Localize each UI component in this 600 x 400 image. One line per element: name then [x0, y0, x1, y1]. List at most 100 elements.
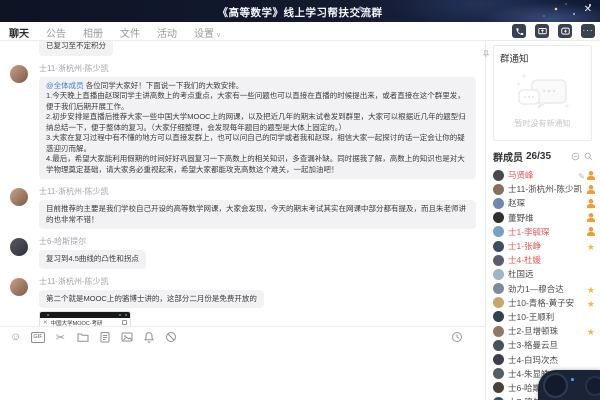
sender-name: 士11-浙杭州-陈少凯 — [39, 277, 476, 287]
tab-album[interactable]: 相册 — [83, 25, 103, 40]
member-avatar — [493, 382, 504, 393]
edit-title-icon[interactable]: ✎ — [358, 5, 366, 16]
member-row[interactable]: 马贤峰 — [486, 168, 600, 182]
tab-settings[interactable]: 设置∨ — [194, 25, 221, 40]
member-row[interactable]: 士11-浙杭州-陈少凯 — [486, 182, 600, 196]
member-avatar — [493, 354, 504, 365]
avatar[interactable] — [10, 188, 28, 206]
member-badge-icon — [587, 237, 595, 255]
phone-share-icon — [122, 320, 127, 325]
member-name: 马贤峰 — [508, 169, 534, 181]
do-not-disturb-icon[interactable] — [164, 331, 177, 344]
message-history-icon[interactable] — [450, 331, 463, 344]
member-row[interactable]: 士10-青格-黄子安 — [486, 296, 600, 310]
message-bubble[interactable]: @全体成员 各位同学大家好！下面说一下我们的大致安排。 1.今天晚上直播由赵琛同… — [39, 77, 476, 180]
screenshot-icon[interactable]: ✂ — [54, 331, 67, 344]
voice-call-icon[interactable] — [512, 24, 526, 38]
member-display-icon[interactable] — [571, 152, 580, 161]
tab-activity[interactable]: 活动 — [157, 25, 177, 40]
main-area: 已复习至不定积分 士11-浙杭州-陈少凯 @全体成员 各位同学大家好！下面说一下… — [0, 41, 600, 400]
mention-all[interactable]: @全体成员 — [46, 81, 84, 90]
member-name: 士11-浙杭州-陈少凯 — [508, 183, 582, 195]
invite-chat-icon[interactable] — [558, 24, 572, 38]
member-row[interactable]: 士10-王顺利 — [486, 310, 600, 324]
member-avatar — [493, 397, 504, 400]
chat-actions: ··· — [512, 24, 595, 38]
shared-image-thumbnail[interactable]: ✕ 中国大学MOOC·考研 2.0小时 精讲 《高数·上》 — [39, 311, 131, 326]
chat-message: 士11-浙杭州-陈少凯 @全体成员 各位同学大家好！下面说一下我们的大致安排。 … — [9, 64, 476, 180]
chat-message: 士11-浙杭州-陈少凯 目前推荐的主要是我们学校自己开设的高等数学网课，大家会发… — [9, 187, 476, 229]
floating-widget-knob — [585, 376, 600, 396]
more-icon[interactable]: ··· — [581, 24, 595, 38]
floating-call-widget[interactable] — [538, 370, 600, 400]
emoji-icon[interactable]: ☺ — [9, 331, 22, 344]
member-avatar — [493, 340, 504, 351]
member-badge-icon — [587, 227, 595, 236]
member-name: 杜国远 — [508, 268, 534, 280]
member-name: 士1-张峥 — [508, 240, 541, 252]
avatar[interactable] — [10, 278, 28, 296]
sender-name: 士6-哈斯提尔 — [39, 237, 476, 247]
member-row[interactable]: 士4-白玛次杰 — [486, 352, 600, 366]
member-row[interactable]: 士1-李毓琛 — [486, 225, 600, 239]
message-bubble[interactable]: 已复习至不定积分 — [39, 41, 113, 56]
message-input[interactable] — [0, 347, 485, 400]
member-row[interactable]: 士2-旦增顿珠 — [486, 324, 600, 338]
message-bubble[interactable]: 复习到4.5曲线的凸性和拐点 — [39, 250, 146, 269]
member-name: 董野维 — [508, 212, 534, 224]
phone-app-title: 中国大学MOOC·考研 — [51, 319, 103, 327]
chevron-down-icon: ∨ — [216, 32, 221, 39]
avatar[interactable] — [10, 65, 28, 83]
chat-message: 已复习至不定积分 — [9, 41, 476, 56]
document-icon[interactable] — [98, 331, 111, 344]
message-bubble[interactable]: 第二个就是MOOC上的骆博士讲的，这部分二月份是免费开放的 — [39, 290, 264, 309]
member-badge-icon — [587, 185, 595, 194]
member-badge-icon — [587, 322, 595, 340]
chat-message: 士6-哈斯提尔 复习到4.5曲线的凸性和拐点 — [9, 237, 476, 269]
members-title: 群成员 — [493, 149, 523, 164]
chat-area: 已复习至不定积分 士11-浙杭州-陈少凯 @全体成员 各位同学大家好！下面说一下… — [0, 41, 486, 400]
panel-pin-icon[interactable] — [482, 45, 490, 63]
member-avatar — [493, 198, 504, 209]
member-avatar — [493, 368, 504, 379]
member-name: 士1-李毓琛 — [508, 226, 550, 238]
member-avatar — [493, 212, 504, 223]
member-row[interactable]: 董野维 — [486, 211, 600, 225]
member-name: 士4-白玛次杰 — [508, 354, 558, 366]
picture-icon[interactable] — [120, 331, 133, 344]
member-row[interactable]: 劲力1—穆合达 — [486, 282, 600, 296]
phone-appbar: ✕ 中国大学MOOC·考研 — [40, 318, 130, 326]
avatar[interactable] — [10, 238, 28, 256]
member-avatar — [493, 184, 504, 195]
message-bubble[interactable]: 目前推荐的主要是我们学校自己开设的高等数学网课，大家会发现，今天的期末考试其实在… — [39, 200, 476, 229]
folder-icon[interactable] — [76, 331, 89, 344]
gif-icon[interactable]: GIF — [31, 332, 45, 343]
member-name: 士10-青格-黄子安 — [508, 297, 574, 309]
close-icon[interactable]: ✕ — [584, 4, 592, 15]
member-badge-icon — [587, 213, 595, 222]
tab-announcement[interactable]: 公告 — [46, 25, 66, 40]
member-row[interactable]: 杜国远 — [486, 267, 600, 281]
search-members-icon[interactable] — [584, 152, 593, 161]
member-row[interactable]: 士1-张峥 — [486, 239, 600, 253]
message-list: 已复习至不定积分 士11-浙杭州-陈少凯 @全体成员 各位同学大家好！下面说一下… — [0, 41, 485, 326]
tab-list: 聊天 公告 相册 文件 活动 设置∨ — [9, 25, 221, 40]
screen-share-icon[interactable] — [535, 24, 549, 38]
member-badge-icon — [578, 166, 585, 184]
group-notice-title: 群通知 — [500, 51, 585, 65]
bell-icon[interactable] — [142, 331, 155, 344]
sender-name: 士11-浙杭州-陈少凯 — [39, 187, 476, 197]
empty-notice-text: 暂时没有新通知 — [500, 118, 585, 129]
phone-close-icon: ✕ — [43, 320, 48, 326]
tab-chat[interactable]: 聊天 — [9, 25, 29, 40]
member-row[interactable]: 士3-格曼云旦 — [486, 338, 600, 352]
side-panel: 群通知 暂时没有新通知 群成员 26/35 — [486, 41, 600, 400]
titlebar: 《高等数学》线上学习帮扶交流群 ✎ ✕ — [0, 0, 600, 22]
floating-widget-knob — [543, 373, 568, 398]
members-count: 26/35 — [526, 151, 551, 162]
member-row[interactable]: 士4-杜媛 — [486, 253, 600, 267]
member-row[interactable]: 赵琛 — [486, 196, 600, 210]
tab-files[interactable]: 文件 — [120, 25, 140, 40]
member-badge-icon — [587, 171, 595, 180]
member-avatar — [493, 269, 504, 280]
